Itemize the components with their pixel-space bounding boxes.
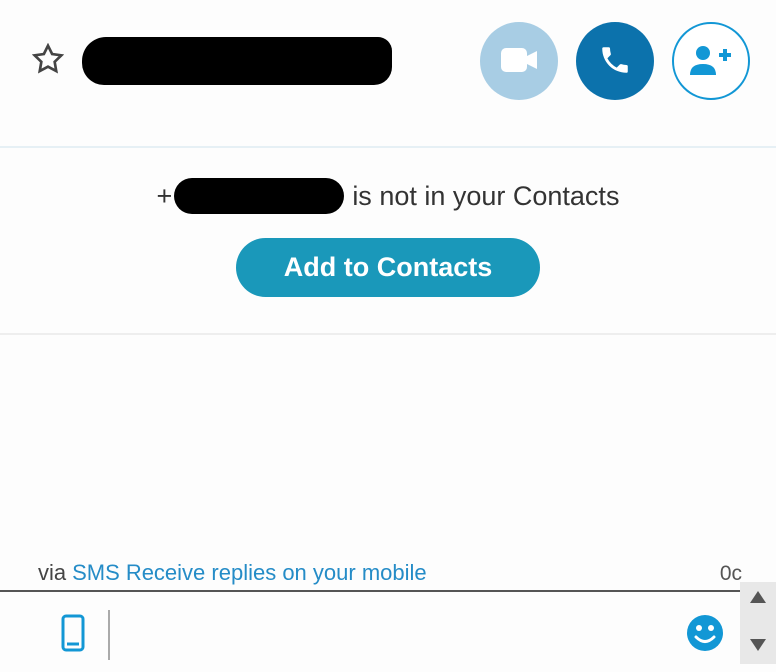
not-in-contacts-banner: + is not in your Contacts Add to Contact… bbox=[0, 148, 776, 335]
message-input[interactable] bbox=[126, 624, 686, 647]
scroll-control bbox=[740, 582, 776, 664]
smiley-icon bbox=[686, 639, 724, 656]
composer-meta: via SMS Receive replies on your mobile 0… bbox=[0, 560, 762, 592]
banner-message: + is not in your Contacts bbox=[20, 178, 756, 214]
character-count: 0c bbox=[720, 562, 742, 586]
scroll-down-icon[interactable] bbox=[750, 638, 766, 656]
emoji-button[interactable] bbox=[686, 614, 724, 657]
composer-row bbox=[0, 592, 776, 660]
mobile-icon[interactable] bbox=[60, 613, 86, 658]
sms-link[interactable]: SMS bbox=[72, 560, 120, 586]
contact-name bbox=[82, 37, 392, 85]
add-to-contacts-button[interactable]: Add to Contacts bbox=[236, 238, 541, 297]
composer-divider bbox=[108, 610, 110, 660]
message-composer-area: via SMS Receive replies on your mobile 0… bbox=[0, 560, 776, 672]
voice-call-button[interactable] bbox=[576, 22, 654, 100]
phone-icon bbox=[598, 43, 632, 80]
phone-prefix: + bbox=[157, 181, 173, 212]
conversation-header bbox=[0, 0, 776, 148]
banner-suffix: is not in your Contacts bbox=[352, 181, 619, 212]
via-label: via bbox=[38, 560, 66, 586]
video-call-button[interactable] bbox=[480, 22, 558, 100]
scroll-up-icon[interactable] bbox=[750, 590, 766, 608]
add-person-icon bbox=[689, 42, 733, 81]
video-icon bbox=[499, 46, 539, 77]
header-actions bbox=[480, 22, 750, 100]
add-contact-button[interactable] bbox=[672, 22, 750, 100]
receive-replies-link[interactable]: Receive replies on your mobile bbox=[126, 560, 427, 586]
favorite-star-icon[interactable] bbox=[32, 43, 64, 80]
phone-number-redacted bbox=[174, 178, 344, 214]
